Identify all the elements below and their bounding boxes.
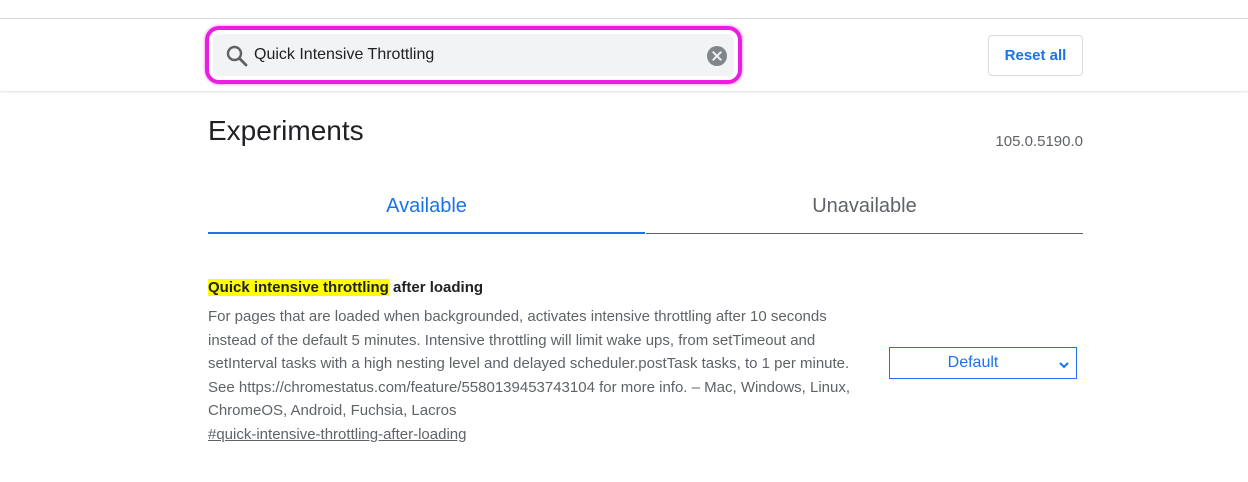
experiment-item: Quick intensive throttling after loading… [208,278,1083,443]
search-input[interactable] [254,41,684,69]
version-label: 105.0.5190.0 [995,133,1083,150]
search-match-highlight: Quick intensive throttling [208,279,389,296]
experiment-title-rest: after loading [388,279,484,296]
experiment-description: For pages that are loaded when backgroun… [208,308,851,420]
tab-bar: Available Unavailable [208,180,1083,234]
search-box[interactable] [213,34,734,76]
experiment-state-select[interactable]: Default [889,347,1077,379]
search-focus-ring [205,26,742,84]
chevron-down-icon [1058,358,1070,370]
experiment-permalink[interactable]: #quick-intensive-throttling-after-loadin… [208,426,466,443]
clear-icon[interactable] [707,46,727,66]
tab-available[interactable]: Available [208,180,645,234]
select-value: Default [947,354,999,371]
search-icon [225,44,249,68]
experiment-title: Quick intensive throttling after loading [208,278,1083,298]
tab-unavailable[interactable]: Unavailable [646,180,1083,234]
reset-all-button[interactable]: Reset all [988,35,1083,76]
page-title: Experiments [208,115,364,146]
